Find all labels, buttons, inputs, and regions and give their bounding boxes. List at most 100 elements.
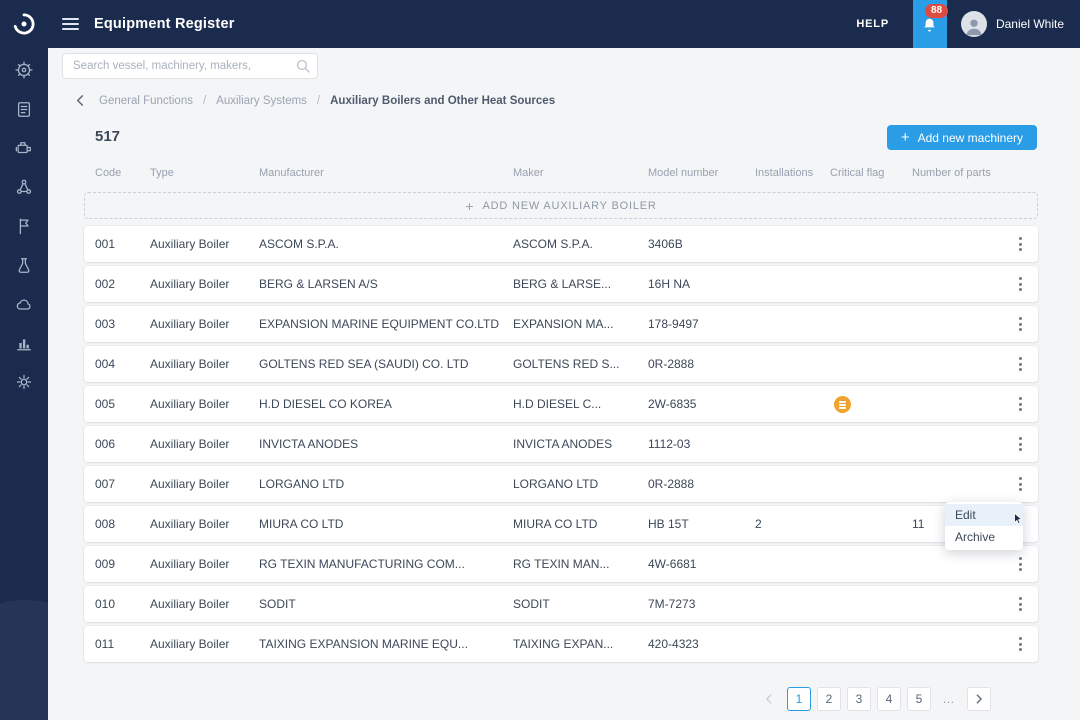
add-new-machinery-button[interactable]: + Add new machinery — [887, 125, 1037, 150]
breadcrumb: General Functions / Auxiliary Systems / … — [74, 94, 555, 107]
cell-maker: ASCOM S.P.A. — [513, 237, 648, 251]
breadcrumb-item[interactable]: General Functions — [99, 95, 193, 107]
cell-model-number: 0R-2888 — [648, 477, 755, 491]
row-menu-icon[interactable] — [1013, 631, 1028, 657]
table-row[interactable]: 008 Auxiliary Boiler MIURA CO LTD MIURA … — [84, 506, 1038, 542]
app-logo[interactable] — [0, 0, 48, 48]
pagination-page-1[interactable]: 1 — [787, 687, 811, 711]
pagination-page-4[interactable]: 4 — [877, 687, 901, 711]
user-name[interactable]: Daniel White — [996, 17, 1064, 31]
network-icon — [15, 178, 33, 196]
pagination-next-button[interactable] — [967, 687, 991, 711]
add-button-label: Add new machinery — [918, 131, 1023, 145]
cell-manufacturer: H.D DIESEL CO KOREA — [259, 397, 513, 411]
bell-icon — [921, 16, 938, 33]
pagination-page-3[interactable]: 3 — [847, 687, 871, 711]
column-header-type: Type — [150, 167, 259, 179]
sidebar-item-register[interactable] — [0, 100, 48, 118]
cell-code: 003 — [95, 317, 150, 331]
sidebar-item-reports[interactable] — [0, 217, 48, 235]
cell-maker: H.D DIESEL C... — [513, 397, 648, 411]
breadcrumb-item[interactable]: Auxiliary Systems — [216, 95, 307, 107]
cell-type: Auxiliary Boiler — [150, 597, 259, 611]
column-header-number-of-parts: Number of parts — [912, 167, 1002, 179]
cell-model-number: HB 15T — [648, 517, 755, 531]
cell-code: 005 — [95, 397, 150, 411]
pagination-prev-button[interactable] — [757, 687, 781, 711]
sidebar-item-analytics[interactable] — [0, 334, 48, 352]
pagination: 1 2 3 4 5 … — [757, 687, 991, 711]
table-row[interactable]: 007 Auxiliary Boiler LORGANO LTD LORGANO… — [84, 466, 1038, 502]
table-row[interactable]: 004 Auxiliary Boiler GOLTENS RED SEA (SA… — [84, 346, 1038, 382]
sidebar-item-settings[interactable] — [0, 373, 48, 391]
table-row[interactable]: 011 Auxiliary Boiler TAIXING EXPANSION M… — [84, 626, 1038, 662]
row-menu-icon[interactable] — [1013, 391, 1028, 417]
sidebar-item-machinery[interactable] — [0, 139, 48, 157]
row-menu-icon[interactable] — [1013, 271, 1028, 297]
pagination-ellipsis: … — [937, 687, 961, 711]
search-input[interactable] — [62, 53, 318, 79]
total-count: 517 — [95, 128, 120, 145]
cell-model-number: 3406B — [648, 237, 755, 251]
menu-icon[interactable] — [62, 18, 79, 30]
cell-code: 001 — [95, 237, 150, 251]
page-title: Equipment Register — [94, 16, 235, 32]
cell-manufacturer: TAIXING EXPANSION MARINE EQU... — [259, 637, 513, 651]
cell-type: Auxiliary Boiler — [150, 557, 259, 571]
cell-maker: BERG & LARSE... — [513, 277, 648, 291]
row-menu-icon[interactable] — [1013, 231, 1028, 257]
cell-type: Auxiliary Boiler — [150, 637, 259, 651]
cell-maker: RG TEXIN MAN... — [513, 557, 648, 571]
cell-critical-flag — [830, 395, 912, 414]
pagination-page-2[interactable]: 2 — [817, 687, 841, 711]
row-menu-icon[interactable] — [1013, 431, 1028, 457]
context-menu-item-edit[interactable]: Edit — [945, 504, 1023, 526]
sidebar-item-samples[interactable] — [0, 256, 48, 274]
sidebar-item-vessels[interactable] — [0, 61, 48, 79]
help-button[interactable]: HELP — [856, 18, 889, 30]
sidebar-item-systems[interactable] — [0, 178, 48, 196]
column-header-model-number: Model number — [648, 167, 755, 179]
main-content: General Functions / Auxiliary Systems / … — [48, 48, 1080, 720]
cell-installations: 2 — [755, 517, 830, 531]
avatar[interactable] — [961, 11, 987, 37]
plus-icon: + — [465, 198, 473, 214]
table-header: Code Type Manufacturer Maker Model numbe… — [84, 164, 1038, 182]
cell-code: 006 — [95, 437, 150, 451]
row-context-menu: Edit Archive — [945, 502, 1023, 550]
chevron-right-icon — [973, 693, 985, 705]
critical-flag-icon — [834, 396, 851, 413]
user-icon — [963, 15, 985, 37]
pagination-page-5[interactable]: 5 — [907, 687, 931, 711]
cell-model-number: 420-4323 — [648, 637, 755, 651]
cell-model-number: 0R-2888 — [648, 357, 755, 371]
table-row[interactable]: 003 Auxiliary Boiler EXPANSION MARINE EQ… — [84, 306, 1038, 342]
context-menu-item-archive[interactable]: Archive — [945, 526, 1023, 548]
table-row[interactable]: 005 Auxiliary Boiler H.D DIESEL CO KOREA… — [84, 386, 1038, 422]
notifications-button[interactable]: 88 — [913, 0, 947, 48]
notification-badge: 88 — [925, 4, 948, 18]
cell-type: Auxiliary Boiler — [150, 477, 259, 491]
cloud-icon — [15, 295, 33, 313]
chevron-left-icon — [74, 94, 87, 107]
table-row[interactable]: 010 Auxiliary Boiler SODIT SODIT 7M-7273 — [84, 586, 1038, 622]
sidebar — [0, 0, 48, 720]
cell-code: 008 — [95, 517, 150, 531]
table-row[interactable]: 009 Auxiliary Boiler RG TEXIN MANUFACTUR… — [84, 546, 1038, 582]
row-menu-icon[interactable] — [1013, 551, 1028, 577]
table-row[interactable]: 006 Auxiliary Boiler INVICTA ANODES INVI… — [84, 426, 1038, 462]
row-menu-icon[interactable] — [1013, 311, 1028, 337]
cell-manufacturer: ASCOM S.P.A. — [259, 237, 513, 251]
sidebar-nav — [0, 48, 48, 391]
sidebar-item-cloud[interactable] — [0, 295, 48, 313]
row-menu-icon[interactable] — [1013, 471, 1028, 497]
cell-model-number: 16H NA — [648, 277, 755, 291]
row-menu-icon[interactable] — [1013, 351, 1028, 377]
back-button[interactable] — [74, 94, 87, 107]
table-row[interactable]: 002 Auxiliary Boiler BERG & LARSEN A/S B… — [84, 266, 1038, 302]
row-menu-icon[interactable] — [1013, 591, 1028, 617]
cell-type: Auxiliary Boiler — [150, 397, 259, 411]
cell-maker: MIURA CO LTD — [513, 517, 648, 531]
table-row[interactable]: 001 Auxiliary Boiler ASCOM S.P.A. ASCOM … — [84, 226, 1038, 262]
add-new-auxiliary-boiler-row[interactable]: + ADD NEW AUXILIARY BOILER — [84, 192, 1038, 219]
